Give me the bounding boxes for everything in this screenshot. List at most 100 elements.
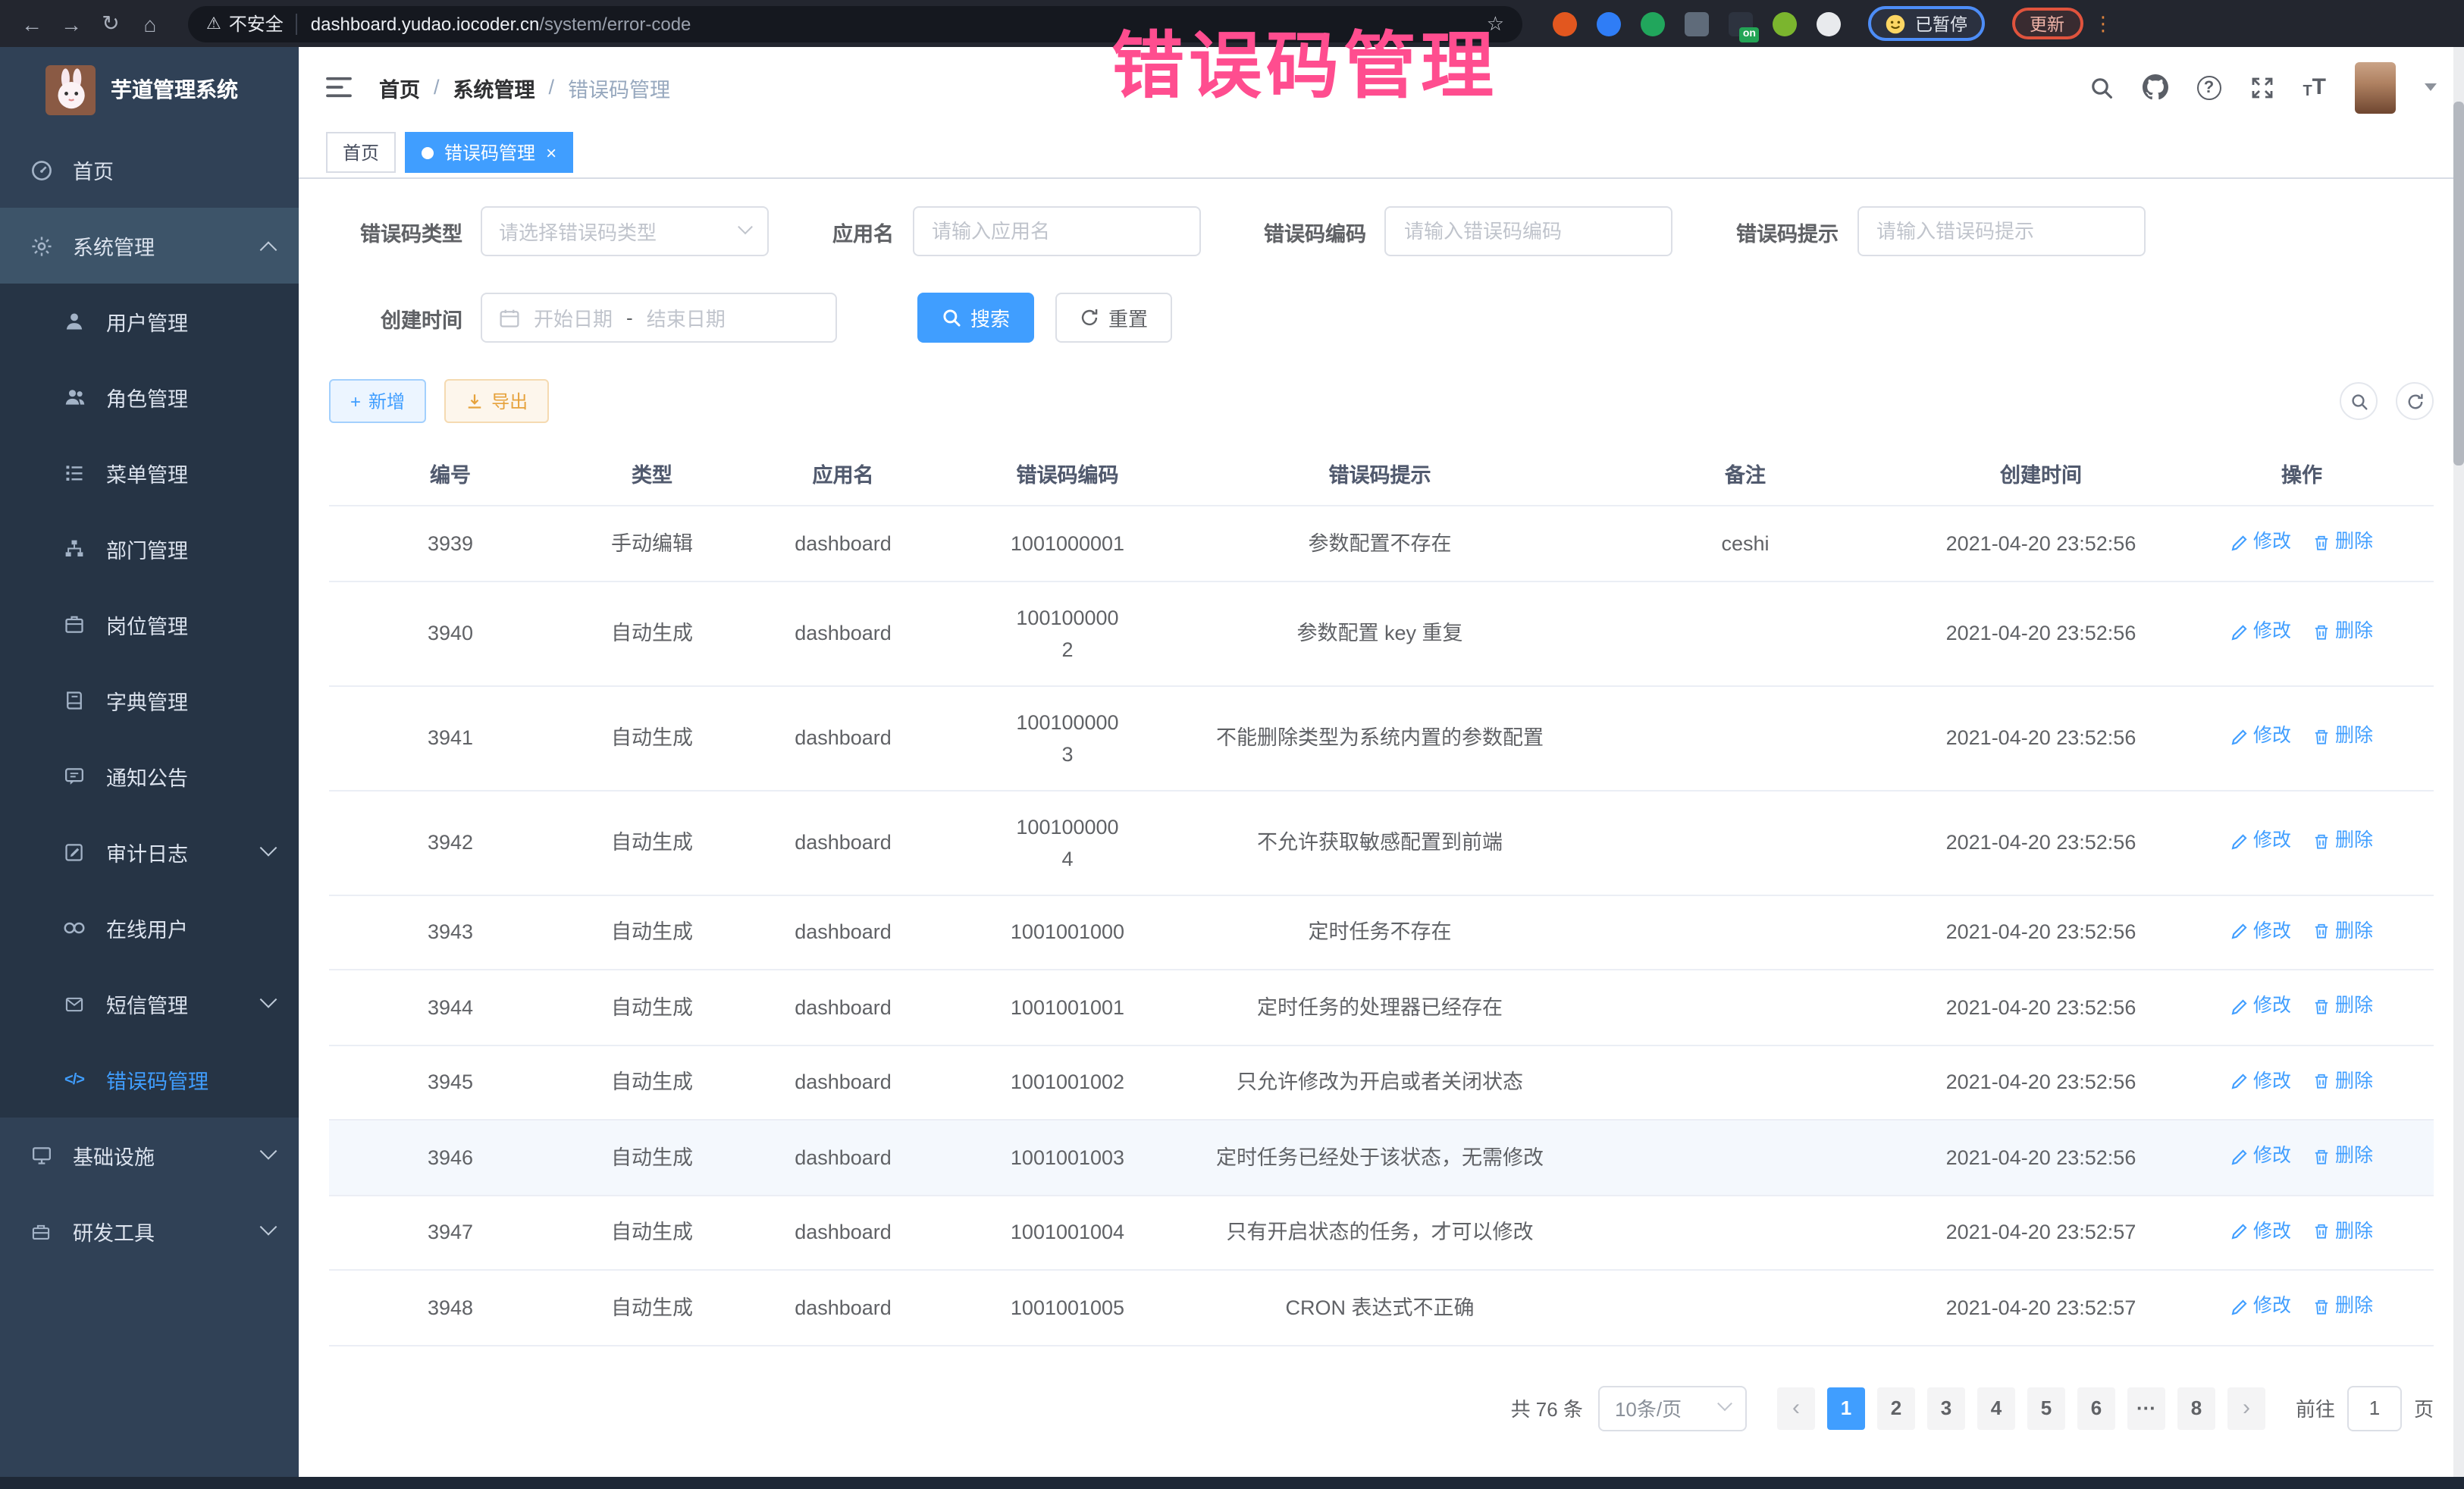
page-button-3[interactable]: 3	[1927, 1387, 1965, 1429]
edit-link[interactable]: 修改	[2230, 915, 2291, 947]
delete-link[interactable]: 删除	[2312, 616, 2373, 648]
delete-link[interactable]: 删除	[2312, 721, 2373, 753]
scrollbar-thumb[interactable]	[2453, 102, 2464, 466]
bookmark-star-icon[interactable]: ☆	[1487, 11, 1504, 36]
sidebar-item-audit-logs[interactable]: 审计日志	[0, 814, 299, 890]
page-size-select[interactable]: 10条/页	[1598, 1385, 1747, 1431]
home-icon[interactable]: ⌂	[133, 11, 167, 36]
pagination: 共 76 条 10条/页 ‹123456···8› 前往 页	[329, 1385, 2434, 1431]
url-bar[interactable]: ⚠ 不安全 dashboard.yudao.iocoder.cn /system…	[188, 5, 1522, 42]
delete-link[interactable]: 删除	[2312, 1065, 2373, 1097]
date-range-picker[interactable]: 开始日期 - 结束日期	[481, 293, 837, 343]
error-code-input[interactable]	[1384, 206, 1672, 256]
cell-hint: 参数配置不存在	[1181, 506, 1578, 581]
sidebar-item-roles[interactable]: 角色管理	[0, 359, 299, 435]
fullscreen-icon[interactable]	[2249, 75, 2274, 99]
delete-link[interactable]: 删除	[2312, 990, 2373, 1022]
app-logo[interactable]: 芋道管理系统	[0, 47, 299, 132]
extension-on-badge-icon[interactable]: on	[1729, 11, 1753, 36]
extension-gem-icon[interactable]	[1597, 11, 1621, 36]
cell-id: 3943	[329, 895, 572, 970]
edit-link[interactable]: 修改	[2230, 990, 2291, 1022]
page-button-4[interactable]: 4	[1977, 1387, 2015, 1429]
sidebar-item-sms[interactable]: 短信管理	[0, 966, 299, 1042]
search-icon[interactable]	[2089, 75, 2113, 99]
goto-page-input[interactable]	[2347, 1385, 2402, 1431]
app-name-input[interactable]	[912, 206, 1200, 256]
delete-link[interactable]: 删除	[2312, 1140, 2373, 1172]
page-button-1[interactable]: 1	[1827, 1387, 1865, 1429]
breadcrumb-item[interactable]: 系统管理	[453, 72, 535, 102]
tab-首页[interactable]: 首页	[326, 132, 396, 173]
sidebar-item-dictionaries[interactable]: 字典管理	[0, 663, 299, 738]
github-icon[interactable]	[2142, 74, 2168, 100]
show-search-button[interactable]	[2340, 382, 2378, 420]
reset-button[interactable]: 重置	[1055, 293, 1172, 343]
page-button-6[interactable]: 6	[2077, 1387, 2115, 1429]
forward-icon[interactable]: →	[55, 11, 88, 36]
back-icon[interactable]: ←	[15, 11, 49, 36]
edit-link[interactable]: 修改	[2230, 1290, 2291, 1322]
edit-link[interactable]: 修改	[2230, 721, 2291, 753]
extension-grid-icon[interactable]	[1685, 11, 1709, 36]
page-button-···[interactable]: ···	[2127, 1387, 2165, 1429]
browser-menu-icon[interactable]: ⋮	[2093, 11, 2113, 36]
edit-link[interactable]: 修改	[2230, 1065, 2291, 1097]
next-page-button[interactable]: ›	[2227, 1387, 2265, 1429]
edit-link[interactable]: 修改	[2230, 526, 2291, 558]
extension-leaf-icon[interactable]	[1773, 11, 1797, 36]
extension-green-check-icon[interactable]	[1641, 11, 1665, 36]
chevron-down-icon[interactable]	[2425, 83, 2437, 91]
tab-错误码管理[interactable]: 错误码管理×	[405, 132, 573, 173]
cell-app: dashboard	[732, 1045, 954, 1120]
sidebar-item-infrastructure[interactable]: 基础设施	[0, 1118, 299, 1193]
close-icon[interactable]: ×	[546, 143, 556, 161]
search-button[interactable]: 搜索	[917, 293, 1034, 343]
chevron-down-icon	[260, 1143, 277, 1160]
add-button[interactable]: + 新增	[329, 379, 426, 423]
delete-link[interactable]: 删除	[2312, 1290, 2373, 1322]
error-type-select[interactable]: 请选择错误码类型	[481, 206, 769, 256]
security-label[interactable]: 不安全	[229, 11, 284, 36]
edit-link[interactable]: 修改	[2230, 1140, 2291, 1172]
sidebar-item-online-users[interactable]: 在线用户	[0, 890, 299, 966]
user-avatar[interactable]	[2355, 61, 2396, 113]
sidebar-item-posts[interactable]: 岗位管理	[0, 587, 299, 663]
delete-link[interactable]: 删除	[2312, 915, 2373, 947]
delete-link[interactable]: 删除	[2312, 526, 2373, 558]
reload-icon[interactable]: ↻	[94, 11, 127, 36]
prev-page-button[interactable]: ‹	[1777, 1387, 1815, 1429]
sidebar-item-announcements[interactable]: 通知公告	[0, 738, 299, 814]
filter-row-1: 错误码类型 请选择错误码类型 应用名 错误码编码	[329, 206, 2434, 256]
search-icon	[2350, 392, 2368, 410]
sidebar-item-home[interactable]: 首页	[0, 132, 299, 208]
cell-id: 3941	[329, 685, 572, 790]
page-button-2[interactable]: 2	[1877, 1387, 1915, 1429]
cell-time: 2021-04-20 23:52:56	[1912, 790, 2170, 895]
page-button-5[interactable]: 5	[2027, 1387, 2065, 1429]
breadcrumb-item[interactable]: 首页	[379, 72, 420, 102]
paused-extension-badge[interactable]: 已暂停	[1868, 6, 1984, 41]
sidebar-item-system[interactable]: 系统管理	[0, 208, 299, 284]
edit-link[interactable]: 修改	[2230, 826, 2291, 857]
edit-link[interactable]: 修改	[2230, 1215, 2291, 1247]
sidebar-item-label: 用户管理	[106, 306, 188, 337]
refresh-table-button[interactable]	[2396, 382, 2434, 420]
sidebar-item-error-codes[interactable]: </>错误码管理	[0, 1042, 299, 1118]
font-size-icon[interactable]: TT	[2303, 74, 2326, 100]
delete-link[interactable]: 删除	[2312, 826, 2373, 857]
sidebar-item-dev-tools[interactable]: 研发工具	[0, 1193, 299, 1269]
extension-orange-icon[interactable]	[1553, 11, 1577, 36]
sidebar-item-users[interactable]: 用户管理	[0, 284, 299, 359]
help-icon[interactable]: ?	[2196, 75, 2221, 99]
edit-link[interactable]: 修改	[2230, 616, 2291, 648]
sidebar-item-departments[interactable]: 部门管理	[0, 511, 299, 587]
page-button-8[interactable]: 8	[2177, 1387, 2215, 1429]
hamburger-icon[interactable]	[326, 76, 352, 99]
update-button[interactable]: 更新	[2011, 8, 2083, 39]
extension-puzzle-icon[interactable]	[1817, 11, 1841, 36]
delete-link[interactable]: 删除	[2312, 1215, 2373, 1247]
error-hint-input[interactable]	[1857, 206, 2145, 256]
sidebar-item-menus[interactable]: 菜单管理	[0, 435, 299, 511]
export-button[interactable]: 导出	[444, 379, 549, 423]
